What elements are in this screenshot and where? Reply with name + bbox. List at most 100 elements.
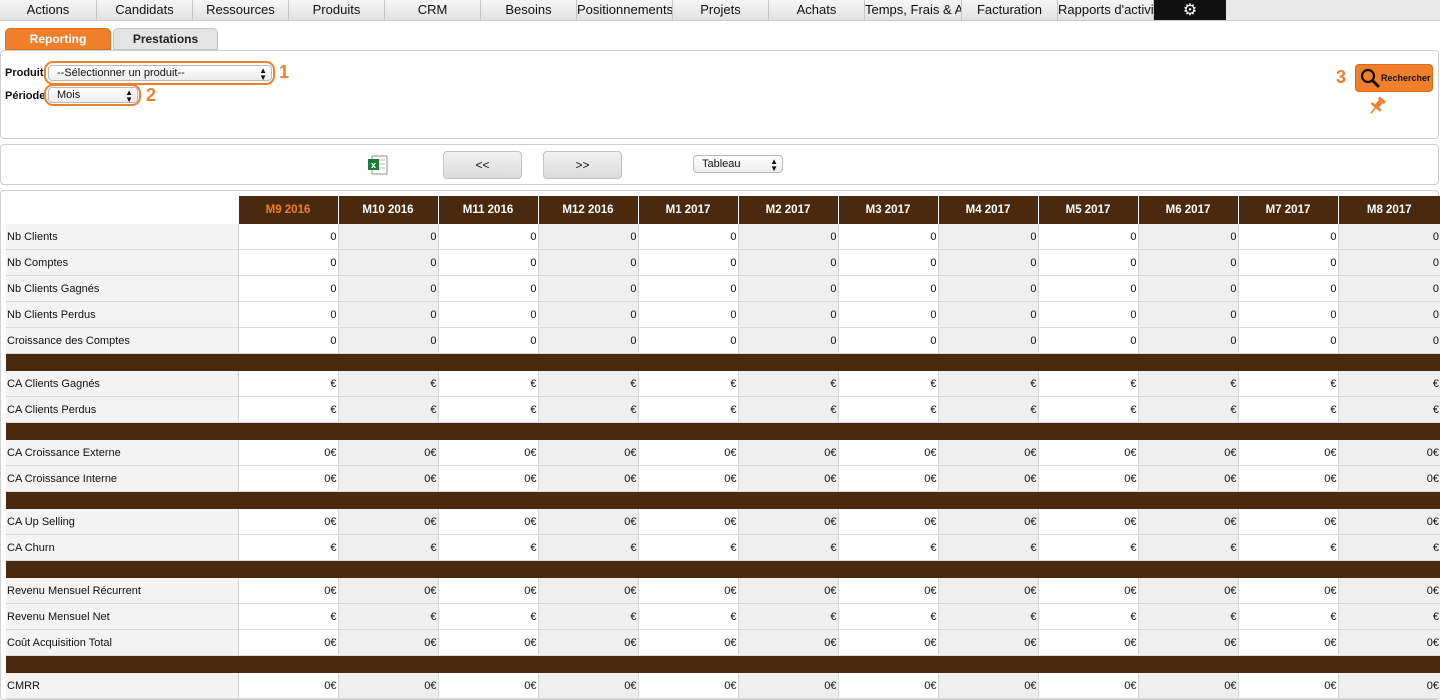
row-label: CA Up Selling — [6, 509, 238, 535]
column-header: M1 2017 — [637, 196, 738, 224]
table-cell: 0€ — [737, 673, 838, 699]
gear-icon[interactable]: ⚙ — [1154, 0, 1226, 20]
table-cell: € — [837, 396, 938, 423]
table-row: CA Clients Gagnés € € € € € € € € € € € € — [6, 371, 1440, 397]
table-cell: 0€ — [537, 673, 638, 699]
table-cell: € — [837, 534, 938, 561]
nav-item[interactable]: Produits — [289, 0, 385, 20]
table-cell: 0€ — [537, 440, 638, 466]
table-cell: 0 — [237, 275, 338, 302]
table-cell: 0 — [537, 327, 638, 354]
table-cell: 0 — [637, 224, 738, 250]
table-cell: 0€ — [1237, 509, 1338, 535]
nav-item[interactable]: Ressources — [193, 0, 289, 20]
table-cell: 0 — [1237, 327, 1338, 354]
table-cell: 0€ — [837, 440, 938, 466]
column-header: M8 2017 — [1337, 196, 1440, 224]
table-cell: 0€ — [237, 578, 338, 604]
nav-item[interactable]: Achats — [769, 0, 865, 20]
table-cell: € — [937, 603, 1038, 630]
nav-item[interactable]: Besoins — [481, 0, 577, 20]
table-cell: 0€ — [737, 509, 838, 535]
table-cell: 0 — [1037, 249, 1138, 276]
tab-reporting[interactable]: Reporting — [5, 28, 111, 50]
section-separator — [6, 491, 1440, 509]
table-cell: 0€ — [1337, 509, 1440, 535]
tab-prestations[interactable]: Prestations — [113, 28, 218, 50]
excel-export-icon[interactable]: x — [366, 153, 390, 177]
previous-period-button[interactable]: << — [443, 151, 522, 179]
nav-item[interactable]: Temps, Frais & Absences — [865, 0, 962, 20]
table-cell: 0€ — [1337, 673, 1440, 699]
table-cell: 0 — [637, 327, 738, 354]
table-cell: € — [637, 603, 738, 630]
table-cell: 0€ — [537, 509, 638, 535]
table-cell: € — [337, 534, 438, 561]
table-cell: 0 — [1037, 224, 1138, 250]
separator-bar — [6, 491, 1440, 509]
nav-item[interactable]: Positionnements — [577, 0, 673, 20]
table-row: CA Croissance Externe 0€ 0€ 0€ 0€ 0€ 0€ 0€ 0€ 0€ 0… — [6, 440, 1440, 466]
view-mode-select[interactable]: Tableau ▲ ▼ — [693, 155, 783, 173]
table-cell: 0€ — [1037, 673, 1138, 699]
table-cell: € — [437, 396, 538, 423]
row-label: Nb Clients Gagnés — [6, 275, 238, 302]
table-corner — [6, 196, 238, 224]
row-label: Revenu Mensuel Récurrent — [6, 578, 238, 604]
table-row: Nb Clients Gagnés 0 0 0 0 0 0 0 0 0 0 0 0 — [6, 275, 1440, 302]
table-row: CA Churn € € € € € € € € € € € € — [6, 534, 1440, 561]
highlight-ring-2 — [44, 84, 141, 106]
table-cell: 0€ — [1137, 629, 1238, 656]
column-header: M4 2017 — [937, 196, 1038, 224]
pin-icon[interactable] — [1367, 96, 1387, 116]
table-cell: 0€ — [537, 629, 638, 656]
table-cell: 0€ — [1037, 465, 1138, 492]
nav-item[interactable]: Facturation — [962, 0, 1058, 20]
table-cell: 0€ — [937, 629, 1038, 656]
section-separator — [6, 422, 1440, 440]
row-label: Coût Acquisition Total — [6, 629, 238, 656]
table-cell: 0 — [337, 224, 438, 250]
nav-item[interactable]: Actions — [0, 0, 97, 20]
table-cell: 0 — [737, 327, 838, 354]
nav-item[interactable]: Projets — [673, 0, 769, 20]
view-mode-select-value: Tableau — [702, 158, 741, 170]
table-cell: 0 — [237, 224, 338, 250]
row-label: CA Clients Gagnés — [6, 371, 238, 397]
table-cell: € — [837, 371, 938, 397]
nav-item[interactable]: Rapports d'activité — [1058, 0, 1154, 20]
table-cell: 0 — [1137, 327, 1238, 354]
select-arrows-icon: ▲ ▼ — [770, 157, 778, 173]
table-cell: € — [1337, 396, 1440, 423]
table-cell: 0€ — [237, 673, 338, 699]
table-cell: 0€ — [337, 440, 438, 466]
row-label: CA Croissance Externe — [6, 440, 238, 466]
search-button[interactable]: Rechercher — [1355, 64, 1433, 92]
nav-item[interactable]: CRM — [385, 0, 481, 20]
table-cell: € — [1337, 603, 1440, 630]
table-cell: 0 — [1037, 327, 1138, 354]
table-cell: 0€ — [937, 578, 1038, 604]
table-cell: 0 — [337, 301, 438, 328]
table-cell: 0€ — [1137, 465, 1238, 492]
row-label: CA Clients Perdus — [6, 396, 238, 423]
table-cell: € — [1037, 396, 1138, 423]
table-cell: € — [1137, 396, 1238, 423]
table-cell: 0 — [337, 249, 438, 276]
table-cell: 0€ — [437, 465, 538, 492]
search-button-label: Rechercher — [1381, 73, 1431, 83]
next-period-button[interactable]: >> — [543, 151, 622, 179]
table-cell: 0€ — [937, 440, 1038, 466]
table-cell: 0€ — [237, 465, 338, 492]
table-cell: 0€ — [237, 509, 338, 535]
nav-item[interactable]: Candidats — [97, 0, 193, 20]
table-cell: 0€ — [337, 509, 438, 535]
table-cell: € — [337, 396, 438, 423]
table-cell: 0 — [1137, 249, 1238, 276]
table-cell: 0€ — [1237, 673, 1338, 699]
table-row: CMRR 0€ 0€ 0€ 0€ 0€ 0€ 0€ 0€ 0€ 0€ 0€ 0€ — [6, 673, 1440, 699]
table-cell: 0 — [437, 249, 538, 276]
table-cell: 0€ — [437, 578, 538, 604]
table-cell: 0 — [1137, 275, 1238, 302]
table-cell: 0 — [1337, 301, 1440, 328]
